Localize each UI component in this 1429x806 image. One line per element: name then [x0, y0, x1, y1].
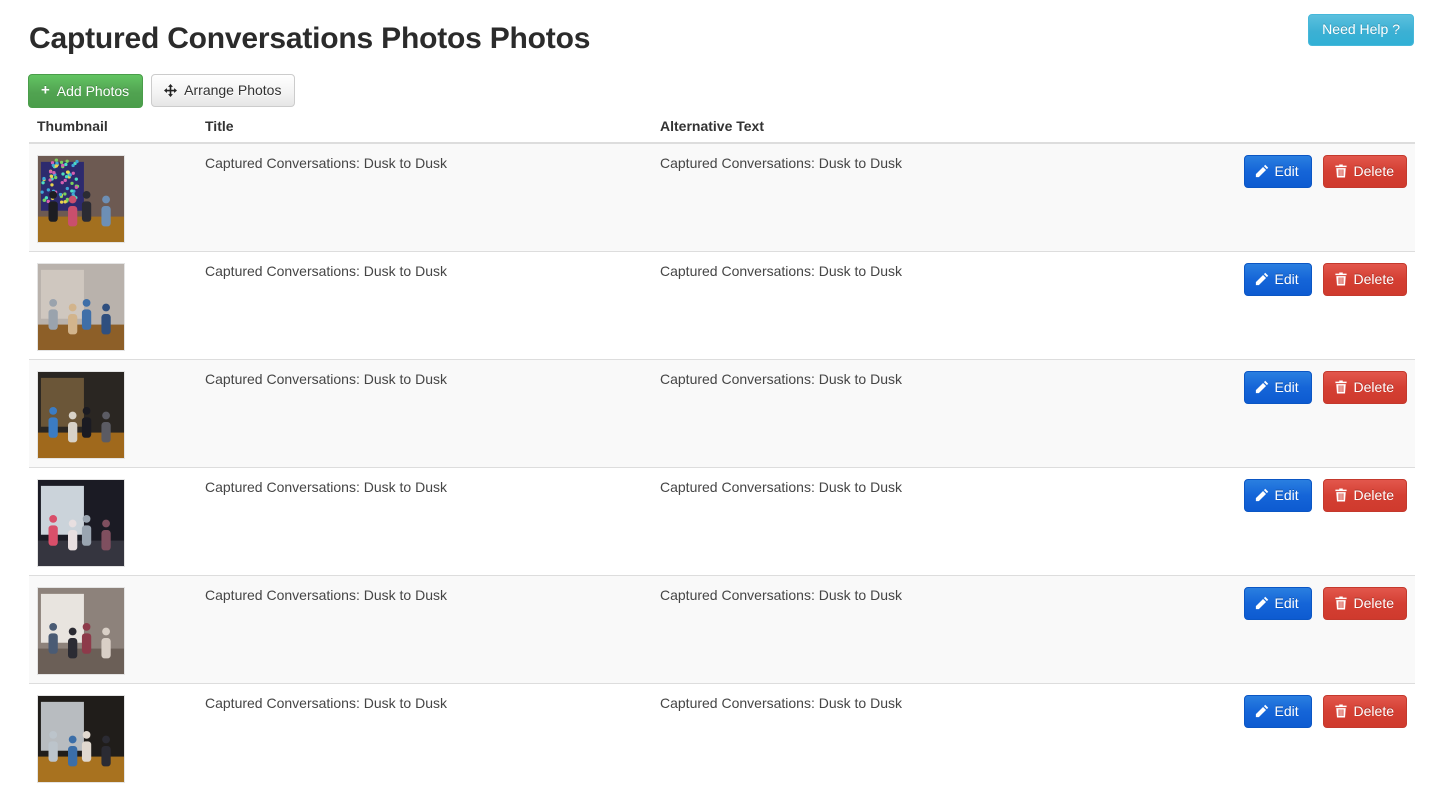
cell-thumbnail	[29, 252, 197, 360]
table-header-row: Thumbnail Title Alternative Text	[29, 118, 1415, 143]
table-header: Thumbnail Title Alternative Text	[29, 118, 1415, 143]
edit-button-label: Edit	[1275, 380, 1299, 394]
trash-icon	[1334, 596, 1348, 610]
add-photos-label: Add Photos	[57, 84, 129, 98]
cell-alt-text: Captured Conversations: Dusk to Dusk	[652, 360, 1172, 468]
cell-thumbnail	[29, 360, 197, 468]
trash-icon	[1334, 272, 1348, 286]
pencil-icon	[1255, 272, 1269, 286]
trash-icon	[1334, 488, 1348, 502]
cell-title: Captured Conversations: Dusk to Dusk	[197, 360, 652, 468]
cell-title: Captured Conversations: Dusk to Dusk	[197, 684, 652, 792]
table-body: Captured Conversations: Dusk to Dusk Cap…	[29, 143, 1415, 791]
page-title: Captured Conversations Photos Photos	[29, 21, 590, 57]
edit-button-label: Edit	[1275, 704, 1299, 718]
cell-alt-text: Captured Conversations: Dusk to Dusk	[652, 143, 1172, 252]
arrange-photos-label: Arrange Photos	[184, 83, 281, 97]
delete-button-label: Delete	[1354, 272, 1394, 286]
edit-button[interactable]: Edit	[1244, 587, 1312, 620]
move-arrows-icon	[164, 84, 177, 97]
photos-table: Thumbnail Title Alternative Text Capture…	[29, 118, 1415, 791]
cell-alt-text: Captured Conversations: Dusk to Dusk	[652, 252, 1172, 360]
delete-button-label: Delete	[1354, 488, 1394, 502]
table-row: Captured Conversations: Dusk to Dusk Cap…	[29, 684, 1415, 792]
pencil-icon	[1255, 380, 1269, 394]
cell-actions: Edit Delete	[1172, 684, 1415, 792]
column-header-title: Title	[197, 118, 652, 143]
trash-icon	[1334, 380, 1348, 394]
cell-alt-text: Captured Conversations: Dusk to Dusk	[652, 576, 1172, 684]
cell-actions: Edit Delete	[1172, 252, 1415, 360]
cell-title: Captured Conversations: Dusk to Dusk	[197, 143, 652, 252]
table-row: Captured Conversations: Dusk to Dusk Cap…	[29, 576, 1415, 684]
cell-actions: Edit Delete	[1172, 468, 1415, 576]
delete-button-label: Delete	[1354, 380, 1394, 394]
trash-icon	[1334, 704, 1348, 718]
photos-admin-page: Need Help ? Captured Conversations Photo…	[0, 0, 1429, 806]
cell-thumbnail	[29, 576, 197, 684]
delete-button[interactable]: Delete	[1323, 371, 1407, 404]
need-help-button[interactable]: Need Help ?	[1308, 14, 1414, 46]
cell-actions: Edit Delete	[1172, 576, 1415, 684]
edit-button[interactable]: Edit	[1244, 155, 1312, 188]
delete-button-label: Delete	[1354, 164, 1394, 178]
delete-button[interactable]: Delete	[1323, 263, 1407, 296]
pencil-icon	[1255, 704, 1269, 718]
cell-thumbnail	[29, 684, 197, 792]
toolbar: + Add Photos Arrange Photos	[28, 74, 295, 108]
cell-thumbnail	[29, 468, 197, 576]
photo-thumbnail[interactable]	[37, 371, 125, 459]
delete-button-label: Delete	[1354, 596, 1394, 610]
cell-actions: Edit Delete	[1172, 360, 1415, 468]
pencil-icon	[1255, 488, 1269, 502]
delete-button[interactable]: Delete	[1323, 587, 1407, 620]
cell-title: Captured Conversations: Dusk to Dusk	[197, 252, 652, 360]
cell-title: Captured Conversations: Dusk to Dusk	[197, 576, 652, 684]
photo-thumbnail[interactable]	[37, 695, 125, 783]
cell-actions: Edit Delete	[1172, 143, 1415, 252]
edit-button[interactable]: Edit	[1244, 695, 1312, 728]
delete-button-label: Delete	[1354, 704, 1394, 718]
photo-thumbnail[interactable]	[37, 479, 125, 567]
delete-button[interactable]: Delete	[1323, 479, 1407, 512]
pencil-icon	[1255, 596, 1269, 610]
photo-thumbnail[interactable]	[37, 587, 125, 675]
table-row: Captured Conversations: Dusk to Dusk Cap…	[29, 360, 1415, 468]
cell-alt-text: Captured Conversations: Dusk to Dusk	[652, 468, 1172, 576]
cell-thumbnail	[29, 143, 197, 252]
delete-button[interactable]: Delete	[1323, 695, 1407, 728]
edit-button[interactable]: Edit	[1244, 371, 1312, 404]
table-row: Captured Conversations: Dusk to Dusk Cap…	[29, 143, 1415, 252]
edit-button-label: Edit	[1275, 488, 1299, 502]
cell-alt-text: Captured Conversations: Dusk to Dusk	[652, 684, 1172, 792]
delete-button[interactable]: Delete	[1323, 155, 1407, 188]
add-photos-button[interactable]: + Add Photos	[28, 74, 143, 108]
pencil-icon	[1255, 164, 1269, 178]
edit-button-label: Edit	[1275, 272, 1299, 286]
edit-button[interactable]: Edit	[1244, 263, 1312, 296]
column-header-thumbnail: Thumbnail	[29, 118, 197, 143]
edit-button-label: Edit	[1275, 164, 1299, 178]
photo-thumbnail[interactable]	[37, 263, 125, 351]
edit-button-label: Edit	[1275, 596, 1299, 610]
table-row: Captured Conversations: Dusk to Dusk Cap…	[29, 468, 1415, 576]
column-header-actions	[1172, 118, 1415, 143]
photo-thumbnail[interactable]	[37, 155, 125, 243]
edit-button[interactable]: Edit	[1244, 479, 1312, 512]
table-row: Captured Conversations: Dusk to Dusk Cap…	[29, 252, 1415, 360]
trash-icon	[1334, 164, 1348, 178]
arrange-photos-button[interactable]: Arrange Photos	[151, 74, 295, 107]
cell-title: Captured Conversations: Dusk to Dusk	[197, 468, 652, 576]
column-header-alt-text: Alternative Text	[652, 118, 1172, 143]
plus-icon: +	[41, 83, 50, 98]
